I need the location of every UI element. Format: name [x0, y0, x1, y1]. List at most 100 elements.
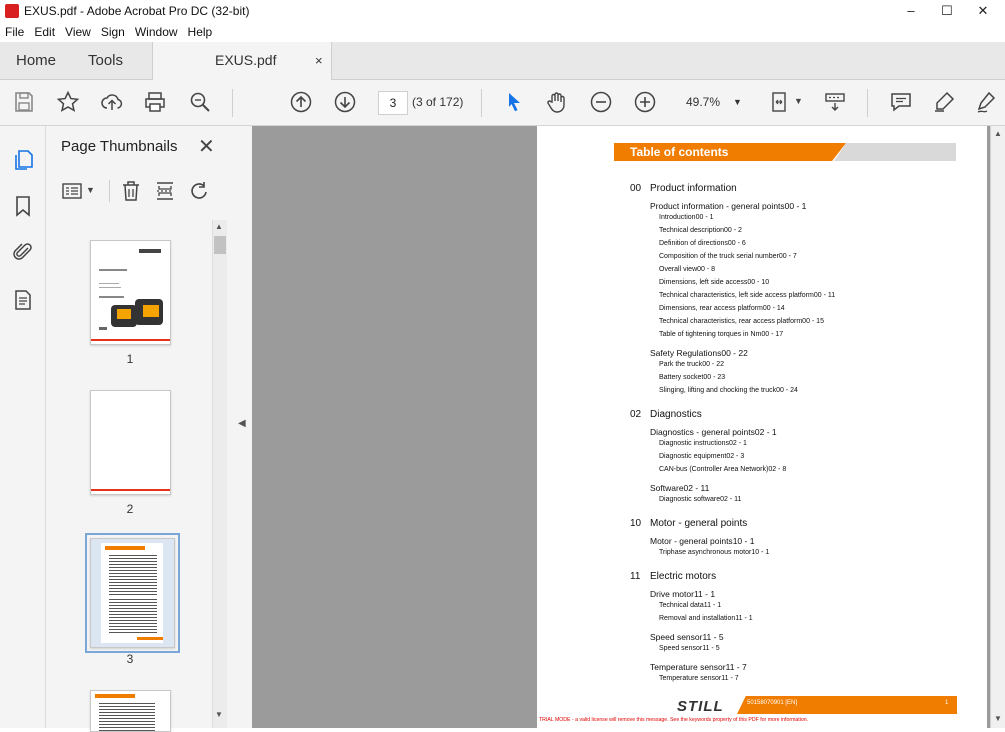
thumbnail-page-2[interactable]: [90, 390, 171, 495]
save-icon[interactable]: [12, 90, 38, 116]
zoom-in-icon[interactable]: [633, 90, 659, 116]
toc-section[interactable]: Drive motor11 - 1: [650, 589, 957, 599]
page-thumbnails-icon[interactable]: [11, 148, 35, 172]
page-fit-icon[interactable]: [768, 90, 794, 116]
toc-section[interactable]: Temperature sensor11 - 7: [650, 662, 957, 672]
close-panel-icon[interactable]: ✕: [198, 134, 215, 159]
print-icon[interactable]: [143, 90, 169, 116]
toc-item[interactable]: Dimensions, left side access00 - 10: [659, 279, 957, 286]
toc-section[interactable]: Diagnostics - general points02 - 1: [650, 427, 957, 437]
tab-tools[interactable]: Tools: [88, 42, 123, 79]
hand-tool-icon[interactable]: [545, 90, 571, 116]
document-view[interactable]: Table of contents 00 Product information P…: [252, 126, 1005, 728]
upload-cloud-icon[interactable]: [100, 90, 126, 116]
toc-item[interactable]: Triphase asynchronous motor10 - 1: [659, 549, 957, 556]
zoom-search-icon[interactable]: [188, 90, 214, 116]
menu-help[interactable]: Help: [183, 22, 218, 42]
page-number-input[interactable]: 3: [378, 91, 408, 115]
menu-window[interactable]: Window: [130, 22, 183, 42]
zoom-out-icon[interactable]: [589, 90, 615, 116]
toc-item[interactable]: Table of tightening torques in Nm00 - 17: [659, 331, 957, 338]
toc-item[interactable]: Park the truck00 - 22: [659, 361, 957, 368]
minimize-button[interactable]: –: [893, 2, 929, 20]
scroll-up-arrow-icon[interactable]: ▲: [994, 129, 1002, 138]
toc-item[interactable]: Temperature sensor11 - 7: [659, 675, 957, 682]
chevron-down-icon[interactable]: ▼: [794, 96, 803, 106]
bookmarks-icon[interactable]: [11, 194, 35, 218]
scroll-down-arrow-icon[interactable]: ▼: [994, 714, 1002, 723]
toc-item[interactable]: Diagnostic instructions02 - 1: [659, 440, 957, 447]
truck-image: [143, 305, 159, 317]
toc-item[interactable]: Slinging, lifting and chocking the truck…: [659, 387, 957, 394]
toc-entry-title: Software: [650, 483, 684, 493]
close-tab-icon[interactable]: ×: [315, 42, 323, 79]
toc-item[interactable]: Speed sensor11 - 5: [659, 645, 957, 652]
toc-item[interactable]: Definition of directions00 - 6: [659, 240, 957, 247]
toc-entry-page: 11 - 5: [702, 645, 720, 652]
toc-chapter-number: 00: [630, 183, 642, 194]
panel-collapse-handle[interactable]: ◀: [232, 126, 252, 728]
toc-section[interactable]: Speed sensor11 - 5: [650, 632, 957, 642]
toc-entry-page: 00 - 1: [784, 201, 807, 211]
extract-pages-icon[interactable]: [153, 179, 177, 203]
toc-item[interactable]: CAN-bus (Controller Area Network)02 - 8: [659, 466, 957, 473]
next-page-icon[interactable]: [333, 90, 359, 116]
menu-edit[interactable]: Edit: [29, 22, 60, 42]
menu-view[interactable]: View: [60, 22, 96, 42]
chevron-down-icon: ▼: [733, 97, 742, 107]
toc-item[interactable]: Introduction00 - 1: [659, 214, 957, 221]
toc-item[interactable]: Technical characteristics, left side acc…: [659, 292, 957, 299]
toc-item[interactable]: Technical data11 - 1: [659, 602, 957, 609]
thumbnail-page-3[interactable]: [85, 533, 180, 653]
toc-item[interactable]: Diagnostic software02 - 11: [659, 496, 957, 503]
footer-page-number: 1: [945, 700, 949, 706]
toc-item[interactable]: Overall view00 - 8: [659, 266, 957, 273]
toc-chapter-title: Diagnostics: [650, 409, 702, 420]
toc-item[interactable]: Composition of the truck serial number00…: [659, 253, 957, 260]
previous-page-icon[interactable]: [289, 90, 315, 116]
toc-item[interactable]: Technical characteristics, rear access p…: [659, 318, 957, 325]
thumbnail-label: 1: [126, 352, 134, 366]
toc-entry-title: Removal and installation: [659, 615, 736, 622]
rotate-icon[interactable]: [187, 179, 211, 203]
toc-section[interactable]: Product information - general points00 -…: [650, 201, 957, 211]
document-scrollbar[interactable]: ▲ ▼: [990, 126, 1005, 728]
scroll-up-arrow-icon[interactable]: ▲: [215, 222, 223, 231]
scroll-mode-icon[interactable]: [823, 90, 849, 116]
pdf-page: Table of contents 00 Product information P…: [537, 126, 987, 728]
toc-item[interactable]: Battery socket00 - 23: [659, 374, 957, 381]
menu-file[interactable]: File: [0, 22, 29, 42]
toc-item[interactable]: Dimensions, rear access platform00 - 14: [659, 305, 957, 312]
document-properties-icon[interactable]: [11, 288, 35, 312]
chevron-down-icon[interactable]: ▼: [86, 185, 95, 195]
toc-entry-page: 11 - 7: [725, 662, 747, 672]
close-window-button[interactable]: ✕: [965, 2, 1001, 20]
scroll-down-arrow-icon[interactable]: ▼: [215, 710, 223, 719]
thumbnail-page-1[interactable]: [90, 240, 171, 345]
toc-section[interactable]: Safety Regulations00 - 22: [650, 348, 957, 358]
thumbnail-options-icon[interactable]: [60, 179, 84, 203]
attachments-paperclip-icon[interactable]: [11, 240, 35, 264]
toc-section[interactable]: Software02 - 11: [650, 483, 957, 493]
zoom-level-select[interactable]: 49.7% ▼: [676, 91, 748, 113]
select-cursor-icon[interactable]: [502, 90, 528, 116]
page-footer-bar: 50158070901 [EN] 1: [737, 696, 957, 714]
collapse-arrow-icon[interactable]: ◀: [238, 418, 246, 429]
highlight-pen-icon[interactable]: [932, 90, 958, 116]
thumbnail-page-4[interactable]: [90, 690, 171, 732]
maximize-button[interactable]: ☐: [929, 2, 965, 20]
toc-section[interactable]: Motor - general points10 - 1: [650, 536, 957, 546]
tab-document[interactable]: EXUS.pdf ×: [152, 42, 332, 80]
delete-trash-icon[interactable]: [119, 179, 143, 203]
scrollbar-thumb[interactable]: [214, 236, 226, 254]
toolbar-divider: [867, 89, 868, 117]
comment-icon[interactable]: [889, 90, 915, 116]
menu-sign[interactable]: Sign: [96, 22, 130, 42]
bookmark-star-icon[interactable]: [56, 90, 82, 116]
thumbnail-scrollbar[interactable]: ▲ ▼: [212, 220, 227, 728]
sign-pen-icon[interactable]: [975, 90, 1001, 116]
toc-item[interactable]: Technical description00 - 2: [659, 227, 957, 234]
tab-home[interactable]: Home: [16, 42, 56, 79]
toc-item[interactable]: Removal and installation11 - 1: [659, 615, 957, 622]
toc-item[interactable]: Diagnostic equipment02 - 3: [659, 453, 957, 460]
